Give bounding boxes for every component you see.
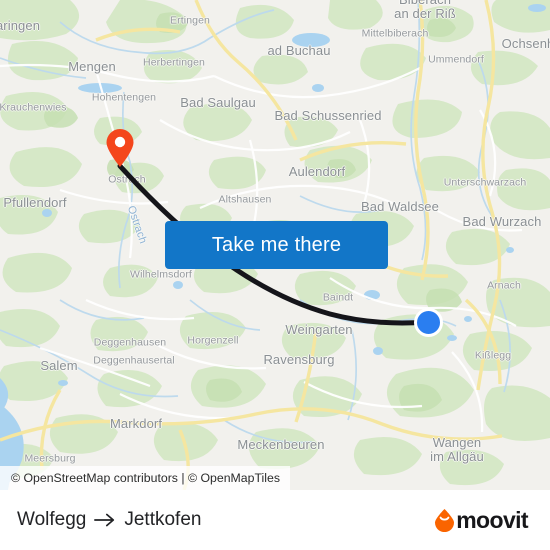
trip-summary: Wolfegg Jettkofen (17, 509, 201, 531)
origin-marker-pin[interactable] (105, 128, 135, 168)
map-attribution[interactable]: © OpenStreetMap contributors | © OpenMap… (0, 466, 290, 490)
trip-origin-label: Wolfegg (17, 509, 87, 530)
trip-bottom-bar: Wolfegg Jettkofen moovit (0, 490, 550, 550)
map-viewport[interactable]: aringen Ertingen Biberach an der Riß Mit… (0, 0, 550, 490)
moovit-pin-icon (434, 508, 455, 533)
take-me-there-button[interactable]: Take me there (165, 221, 388, 269)
moovit-wordmark: moovit (456, 506, 528, 533)
destination-marker-dot[interactable] (414, 308, 443, 337)
moovit-map-screen: aringen Ertingen Biberach an der Riß Mit… (0, 0, 550, 550)
arrow-right-icon (94, 512, 116, 528)
moovit-logo[interactable]: moovit (434, 506, 529, 534)
trip-destination-label: Jettkofen (124, 509, 202, 530)
